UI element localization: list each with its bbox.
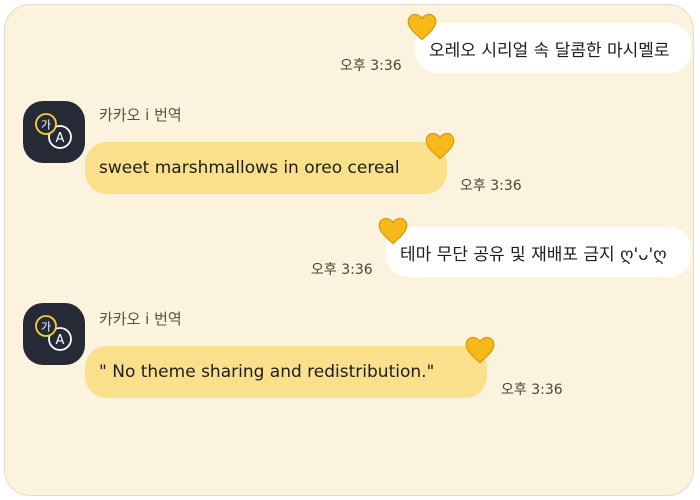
message-text: " No theme sharing and redistribution.": [99, 362, 435, 382]
avatar[interactable]: A 가: [23, 303, 85, 365]
message-time: 오후 3:36: [501, 382, 563, 398]
svg-text:가: 가: [41, 119, 51, 132]
yellow-heart-icon: [378, 217, 408, 245]
yellow-heart-icon: [465, 336, 495, 364]
message-bubble[interactable]: 오레오 시리얼 속 달콤한 마시멜로: [415, 23, 691, 73]
message-bubble[interactable]: 테마 무단 공유 및 재배포 금지 ღ'ᴗ'ღ: [386, 227, 691, 277]
message-bubble[interactable]: sweet marshmallows in oreo cereal: [85, 142, 447, 194]
translate-avatar-icon: A 가: [35, 113, 72, 149]
message-text: sweet marshmallows in oreo cereal: [99, 158, 400, 178]
message-time: 오후 3:36: [460, 178, 522, 194]
svg-text:A: A: [56, 333, 65, 348]
message-bubble[interactable]: " No theme sharing and redistribution.": [85, 346, 487, 398]
message-time: 오후 3:36: [311, 262, 373, 278]
translate-avatar-icon: A 가: [35, 315, 72, 351]
message-time: 오후 3:36: [340, 58, 402, 74]
message-text: 테마 무단 공유 및 재배포 금지 ღ'ᴗ'ღ: [400, 244, 667, 265]
chat-room: 오후 3:36 오레오 시리얼 속 달콤한 마시멜로 A 가 카카오 i 번역 …: [4, 4, 694, 496]
sender-name: 카카오 i 번역: [99, 310, 182, 328]
message-text: 오레오 시리얼 속 달콤한 마시멜로: [429, 40, 670, 61]
yellow-heart-icon: [407, 13, 437, 41]
avatar[interactable]: A 가: [23, 101, 85, 163]
yellow-heart-icon: [425, 132, 455, 160]
svg-text:가: 가: [41, 321, 51, 334]
svg-text:A: A: [56, 131, 65, 146]
sender-name: 카카오 i 번역: [99, 106, 182, 124]
